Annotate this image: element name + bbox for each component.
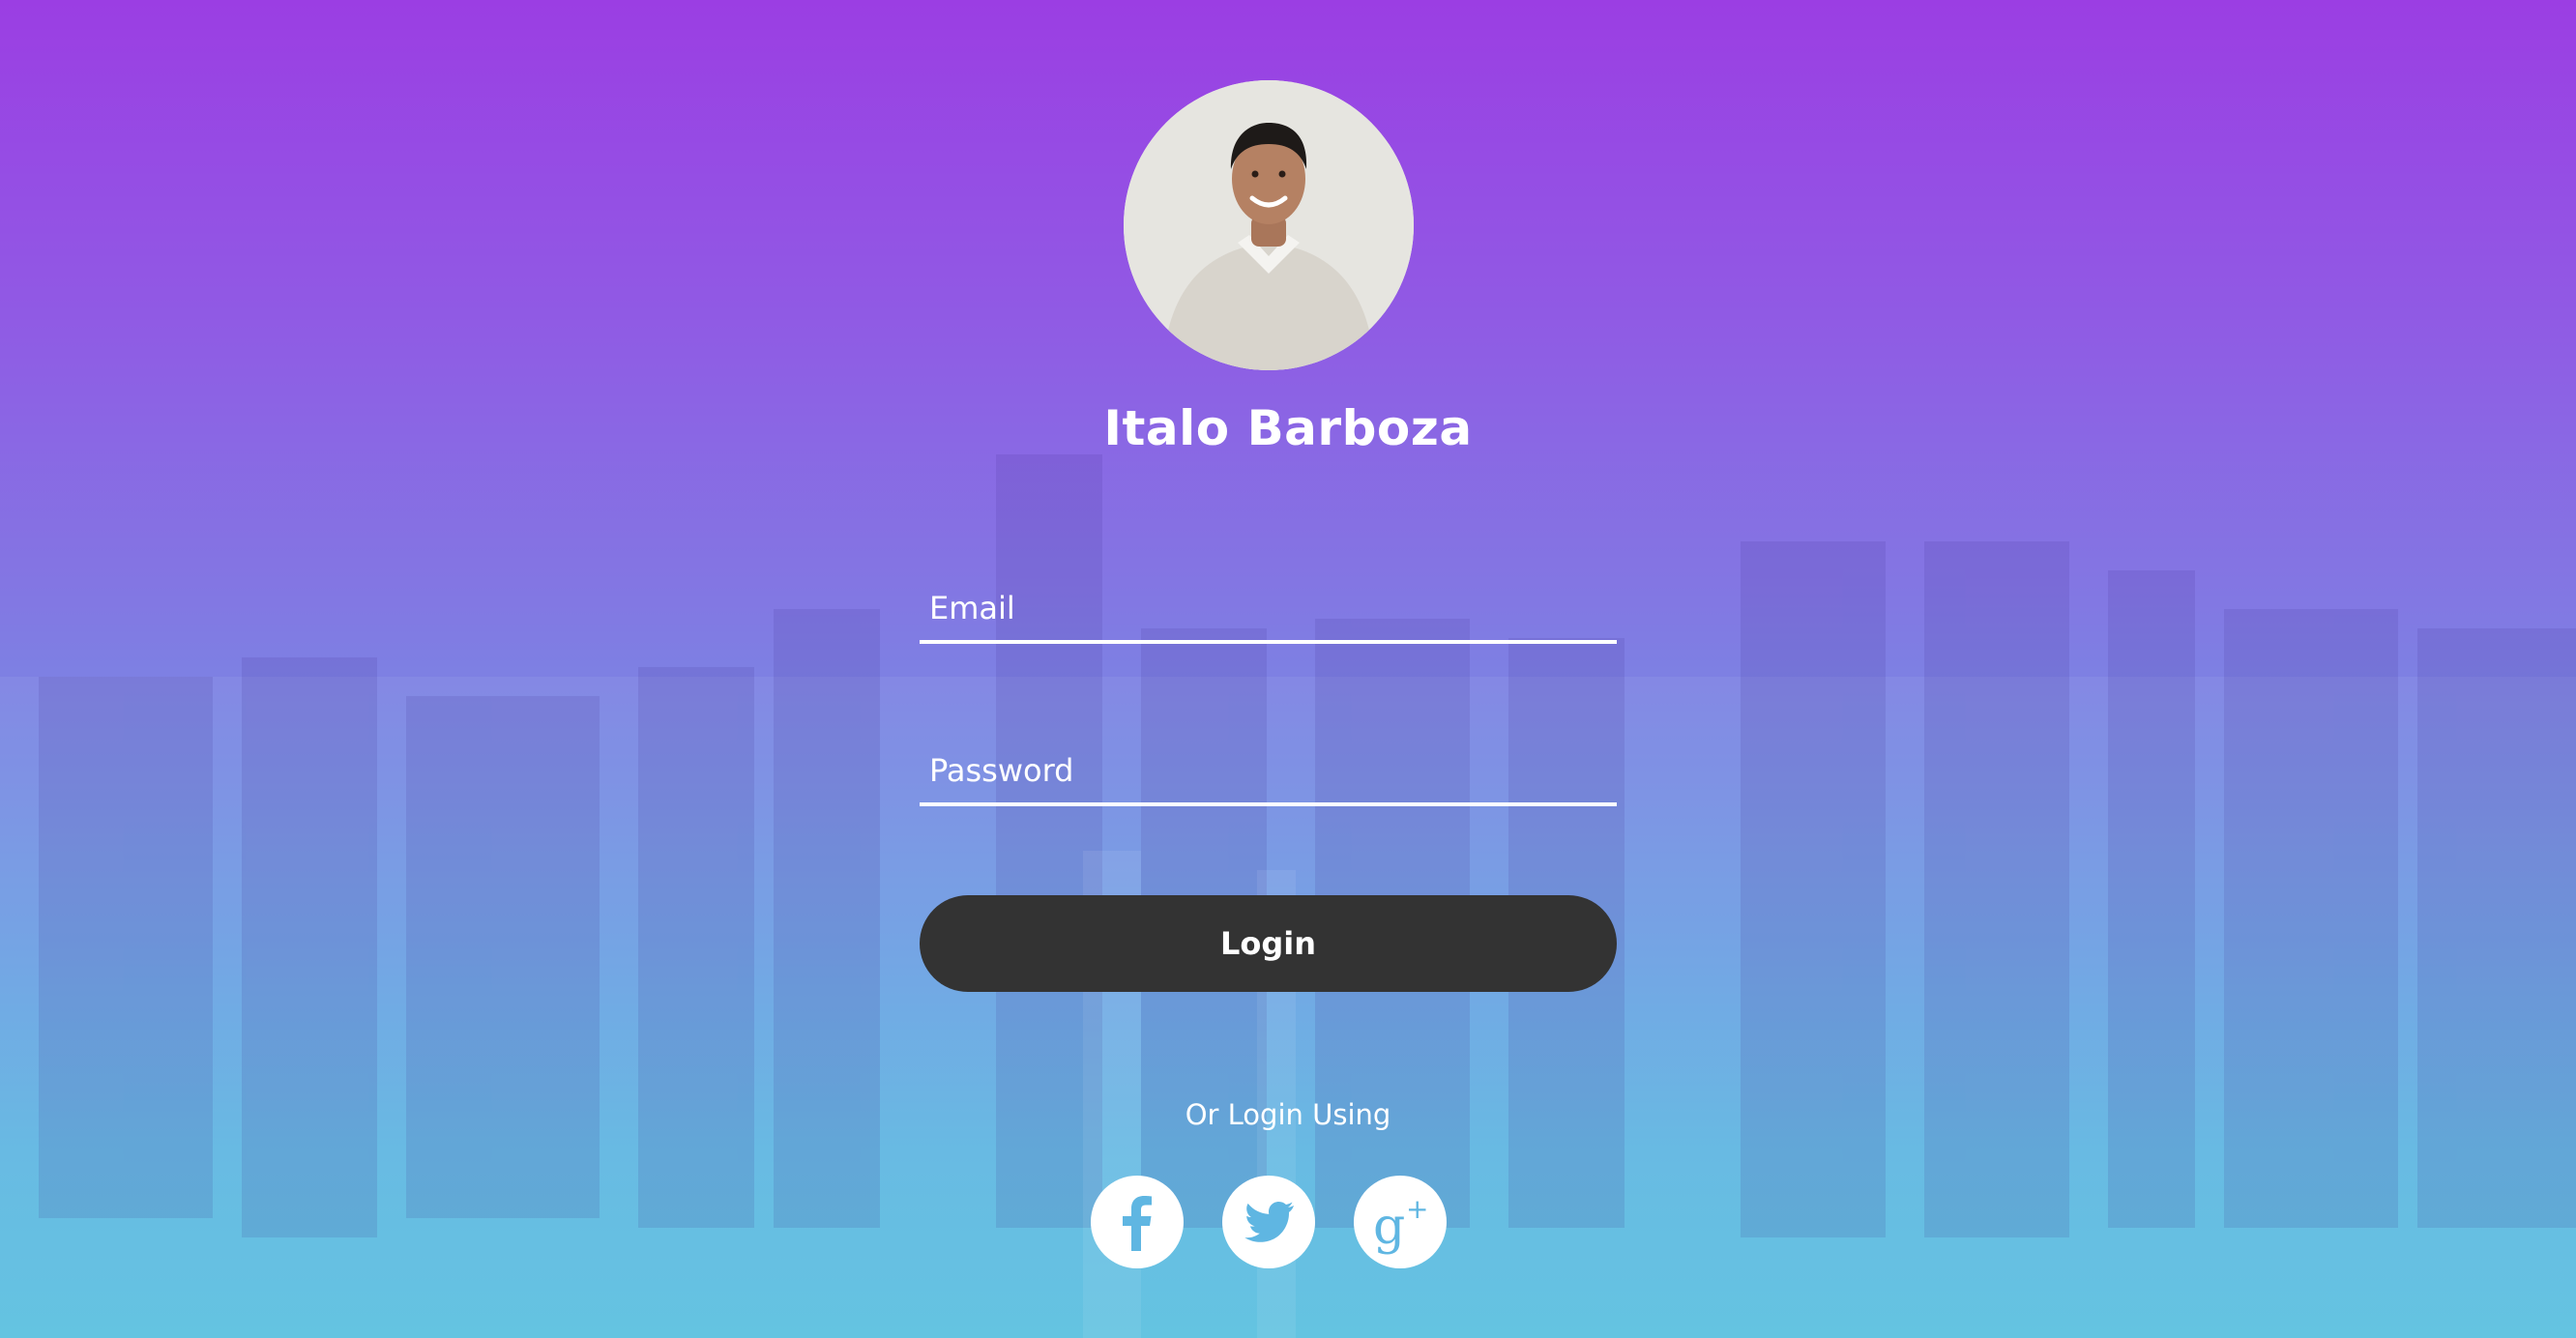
user-name: Italo Barboza <box>1103 400 1473 456</box>
twitter-icon <box>1244 1202 1294 1242</box>
svg-text:+: + <box>1406 1193 1428 1225</box>
email-field[interactable] <box>920 563 1617 644</box>
google-plus-login-button[interactable]: g + <box>1354 1176 1447 1268</box>
svg-text:g: g <box>1373 1198 1405 1256</box>
or-login-using-label: Or Login Using <box>1185 1098 1391 1131</box>
password-field[interactable] <box>920 725 1617 806</box>
facebook-icon <box>1123 1196 1152 1251</box>
twitter-login-button[interactable] <box>1222 1176 1315 1268</box>
email-input[interactable] <box>929 590 1596 626</box>
facebook-login-button[interactable] <box>1091 1176 1184 1268</box>
google-plus-icon: g + <box>1373 1193 1428 1256</box>
user-photo-icon <box>1124 80 1414 370</box>
password-input[interactable] <box>929 752 1596 789</box>
avatar <box>1124 80 1414 370</box>
login-button[interactable]: Login <box>920 895 1617 992</box>
